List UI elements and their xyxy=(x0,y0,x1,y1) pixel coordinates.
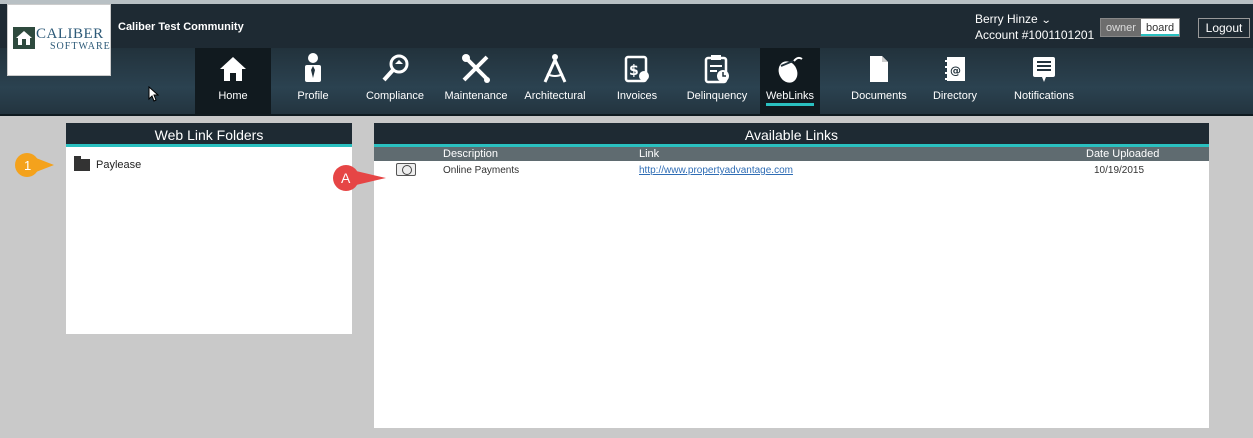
links-panel-title: Available Links xyxy=(374,123,1209,147)
chevron-down-icon[interactable]: ⌄ xyxy=(1040,13,1051,28)
row-link[interactable]: http://www.propertyadvantage.com xyxy=(639,165,793,176)
folder-icon xyxy=(74,156,90,171)
user-menu[interactable]: Berry Hinze ⌄ Account #1001101201 xyxy=(975,12,1094,43)
web-page-icon[interactable] xyxy=(396,163,416,176)
web-link-folders-panel: Web Link Folders Paylease xyxy=(66,123,352,334)
svg-text:$: $ xyxy=(629,63,639,79)
nav-home[interactable]: Home xyxy=(195,48,271,116)
role-board-button[interactable]: board xyxy=(1140,19,1180,36)
role-owner-button[interactable]: owner xyxy=(1101,19,1141,36)
row-date: 10/19/2015 xyxy=(1094,165,1145,176)
links-table-header: Description Link Date Uploaded xyxy=(374,147,1209,161)
nav-delinquency[interactable]: Delinquency xyxy=(682,48,752,116)
mouse-icon xyxy=(778,56,803,83)
address-book-icon: @ xyxy=(945,57,965,81)
available-links-panel: Available Links Description Link Date Up… xyxy=(374,123,1209,428)
message-list-icon xyxy=(1033,57,1055,82)
nav-compliance-label: Compliance xyxy=(365,90,425,102)
document-icon xyxy=(870,56,888,82)
table-row[interactable]: Online Payments http://www.propertyadvan… xyxy=(374,161,1209,179)
nav-weblinks-label: WebLinks xyxy=(765,90,815,106)
mouse-cursor-icon xyxy=(148,86,160,102)
clipboard-clock-icon xyxy=(704,55,729,84)
folders-panel-title: Web Link Folders xyxy=(66,123,352,147)
account-number: Account #1001101201 xyxy=(975,28,1095,42)
nav-invoices-label: Invoices xyxy=(616,90,658,102)
nav-compliance[interactable]: Compliance xyxy=(360,48,430,116)
nav-weblinks[interactable]: WebLinks xyxy=(760,48,820,116)
nav-notifications[interactable]: Notifications xyxy=(1008,48,1080,116)
tools-icon xyxy=(462,54,490,83)
nav-notifications-label: Notifications xyxy=(1014,90,1074,102)
user-name[interactable]: Berry Hinze xyxy=(975,12,1038,26)
role-toggle[interactable]: owner board xyxy=(1100,18,1181,37)
compass-icon xyxy=(543,54,567,83)
callout-badge-1: 1 xyxy=(15,153,54,177)
nav-invoices[interactable]: $ Invoices xyxy=(611,48,663,116)
home-icon xyxy=(220,57,246,81)
folder-item[interactable]: Paylease xyxy=(74,156,141,171)
nav-architectural-label: Architectural xyxy=(524,90,586,102)
column-date-uploaded[interactable]: Date Uploaded xyxy=(1086,148,1159,160)
callout-a-label: A xyxy=(341,170,351,186)
nav-home-label: Home xyxy=(218,90,248,102)
nav-profile[interactable]: Profile xyxy=(290,48,336,116)
nav-directory[interactable]: @ Directory xyxy=(925,48,985,116)
column-link[interactable]: Link xyxy=(639,148,659,160)
nav-maintenance[interactable]: Maintenance xyxy=(438,48,514,116)
nav-architectural[interactable]: Architectural xyxy=(518,48,592,116)
logo[interactable]: CALIBER SOFTWARE xyxy=(7,4,111,76)
folder-item-label[interactable]: Paylease xyxy=(96,159,141,171)
invoice-icon: $ xyxy=(624,55,649,83)
nav-documents-label: Documents xyxy=(851,90,907,102)
magnifier-icon xyxy=(382,54,409,82)
nav-delinquency-label: Delinquency xyxy=(686,90,748,102)
logo-sub: SOFTWARE xyxy=(50,41,111,52)
row-description: Online Payments xyxy=(443,165,520,176)
logout-button[interactable]: Logout xyxy=(1198,18,1250,38)
community-name: Caliber Test Community xyxy=(118,21,244,33)
nav-documents[interactable]: Documents xyxy=(846,48,912,116)
top-bar: Caliber Test Community Berry Hinze ⌄ Acco… xyxy=(0,0,1253,48)
callout-1-label: 1 xyxy=(24,158,31,173)
svg-text:@: @ xyxy=(950,64,961,77)
house-logo-icon xyxy=(13,27,35,49)
callout-badge-a: A xyxy=(333,165,386,191)
profile-icon xyxy=(305,53,321,82)
nav-maintenance-label: Maintenance xyxy=(444,90,508,102)
column-description[interactable]: Description xyxy=(443,148,498,160)
nav-profile-label: Profile xyxy=(297,90,329,102)
nav-directory-label: Directory xyxy=(932,90,977,102)
